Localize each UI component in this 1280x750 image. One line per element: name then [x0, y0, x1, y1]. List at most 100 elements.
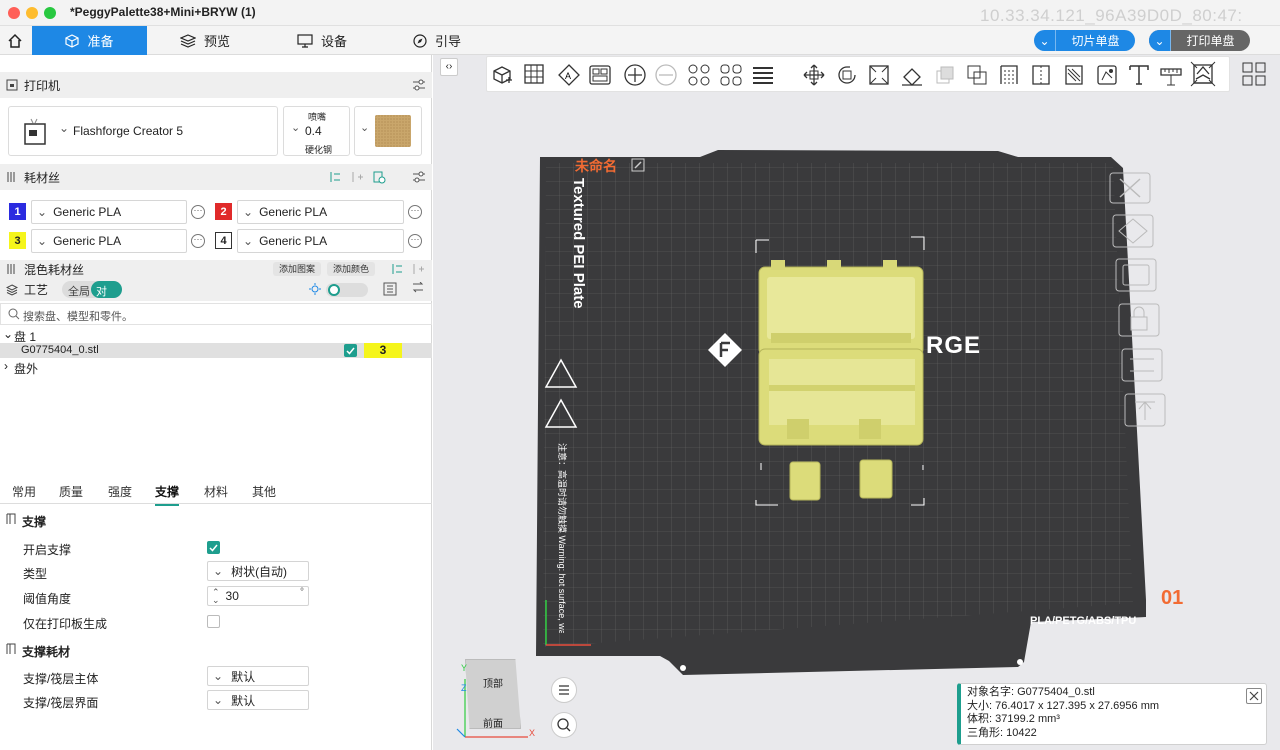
filament-3-swatch[interactable]: 3	[9, 232, 26, 249]
chevron-right-icon: ›	[4, 359, 8, 373]
search-bar[interactable]: 搜索盘、模型和零件。	[0, 303, 432, 325]
print-dropdown-icon[interactable]: ⌄	[1149, 30, 1171, 51]
object-filament-badge[interactable]: 3	[364, 343, 402, 358]
param-tab-material[interactable]: 材料	[204, 483, 228, 500]
stepper-icon[interactable]: ⌃ ⌄	[212, 588, 220, 605]
process-section-header: 工艺 全局 对象	[0, 278, 432, 314]
tree-plate-row[interactable]: ⌄ 盘 1	[0, 327, 432, 344]
build-plate[interactable]	[433, 55, 1280, 750]
advanced-switch[interactable]	[326, 283, 368, 297]
filament-2-select[interactable]: ⌄ Generic PLA	[237, 200, 404, 224]
enable-support-checkbox[interactable]	[207, 541, 220, 554]
object-visible-checkbox[interactable]	[344, 344, 357, 357]
param-tab-strength[interactable]: 强度	[108, 483, 132, 500]
filament-1-more-icon[interactable]: ···	[191, 205, 205, 219]
filament-3-more-icon[interactable]: ···	[191, 234, 205, 248]
tab-device[interactable]: 设备	[297, 26, 347, 55]
process-compare-icon[interactable]	[410, 282, 426, 296]
close-info-button[interactable]	[1246, 688, 1262, 704]
filament-add-icon[interactable]	[350, 170, 364, 184]
object-name-row: 对象名字: G0775404_0.stl	[967, 686, 1095, 698]
zoom-window-button[interactable]	[44, 7, 56, 19]
build-plate-only-label: 仅在打印板生成	[23, 617, 108, 631]
param-tab-common[interactable]: 常用	[12, 483, 36, 500]
mixed-sync-icon[interactable]	[390, 262, 404, 276]
chevron-down-icon: ⌄	[213, 669, 224, 683]
process-layers-icon	[6, 283, 18, 296]
textured-plate-thumbnail	[375, 115, 411, 147]
param-tab-support[interactable]: 支撑	[155, 483, 180, 506]
filament-settings-icon[interactable]	[412, 171, 426, 183]
axis-y-label: Y	[461, 663, 468, 673]
threshold-angle-input[interactable]: ⌃ ⌄ 30 °	[207, 586, 309, 606]
printer-section-header: 打印机	[0, 72, 432, 98]
axis-gizmo	[456, 679, 528, 738]
plate-index-label: 01	[1161, 587, 1184, 609]
chevron-down-icon: ⌄	[3, 327, 14, 341]
chevron-down-icon: ⌄	[213, 564, 224, 578]
filament-4-more-icon[interactable]: ···	[408, 234, 422, 248]
search-object-button[interactable]	[551, 712, 577, 738]
param-tab-other[interactable]: 其他	[252, 483, 276, 500]
object-triangles-row: 三角形: 10422	[967, 726, 1037, 739]
filament-2-more-icon[interactable]: ···	[408, 205, 422, 219]
tree-object-row[interactable]: G0775404_0.stl 3	[0, 343, 432, 358]
magnifier-icon	[557, 718, 571, 732]
filament-icon	[7, 172, 15, 182]
layers-icon	[180, 33, 196, 48]
build-plate-only-checkbox[interactable]	[207, 615, 220, 628]
filament-4-swatch[interactable]: 4	[215, 232, 232, 249]
tab-prepare[interactable]: 准备	[32, 26, 147, 55]
mixed-filament-section-header: 混色耗材丝 添加图案 添加颜色	[0, 260, 432, 278]
home-button[interactable]	[0, 26, 30, 55]
process-list-icon[interactable]	[383, 282, 397, 296]
toggle-object[interactable]: 对象	[91, 281, 122, 314]
object-volume-row: 体积: 37199.2 mm³	[967, 713, 1060, 725]
edit-plate-name-icon[interactable]	[631, 158, 645, 172]
filament-1-select[interactable]: ⌄ Generic PLA	[31, 200, 187, 224]
filament-2-swatch[interactable]: 2	[215, 203, 232, 220]
support-type-select[interactable]: ⌄ 树状(自动)	[207, 561, 309, 581]
support-base-select[interactable]: ⌄ 默认	[207, 666, 309, 686]
support-interface-select[interactable]: ⌄ 默认	[207, 690, 309, 710]
compass-icon	[413, 33, 427, 48]
close-window-button[interactable]	[8, 7, 20, 19]
main-tab-bar: 准备 预览 设备 引导 ⌄ 切片单盘 ⌄ 打印单盘	[0, 26, 1280, 55]
add-color-button[interactable]: 添加颜色	[327, 262, 376, 276]
search-input[interactable]: 搜索盘、模型和零件。	[23, 308, 133, 324]
plate-type-selector[interactable]: ⌄	[354, 106, 422, 156]
cube-icon	[65, 33, 80, 48]
minimize-window-button[interactable]	[26, 7, 38, 19]
menu-button[interactable]	[551, 677, 577, 703]
process-adjust-icon[interactable]	[308, 282, 322, 296]
tab-guide[interactable]: 引导	[413, 26, 461, 55]
param-tabs: 常用 质量 强度 支撑 材料 其他	[0, 475, 432, 506]
printer-settings-icon[interactable]	[412, 79, 426, 91]
filament-edit-icon[interactable]	[372, 170, 386, 184]
3d-viewport[interactable]: ‹› A 未命名 Textured PEI Plate 注意：高温时请勿触摸 W…	[433, 55, 1280, 750]
toggle-global[interactable]: 全局	[68, 283, 90, 299]
global-object-toggle[interactable]: 全局 对象	[62, 281, 122, 314]
support-interface-label: 支撑/筏层界面	[23, 696, 99, 710]
filament-1-swatch[interactable]: 1	[9, 203, 26, 220]
plate-type-label: Textured PEI Plate	[570, 178, 587, 309]
home-icon	[8, 33, 22, 48]
plate-name-label[interactable]: 未命名	[575, 156, 617, 176]
param-tab-quality[interactable]: 质量	[59, 483, 83, 500]
nozzle-selector[interactable]: 喷嘴 ⌄ 0.4 硬化钢	[283, 106, 350, 156]
device-icon	[297, 33, 313, 48]
filament-sync-icon[interactable]	[328, 170, 342, 184]
mixed-add-icon[interactable]	[411, 262, 425, 276]
slice-dropdown-icon[interactable]: ⌄	[1034, 30, 1056, 51]
add-pattern-button[interactable]: 添加图案	[273, 262, 322, 276]
filament-4-select[interactable]: ⌄ Generic PLA	[237, 229, 404, 253]
print-plate-button[interactable]: ⌄ 打印单盘	[1149, 30, 1250, 51]
nozzle-size: 0.4	[305, 124, 322, 138]
printer-selector[interactable]: ⌄ Flashforge Creator 5	[8, 106, 278, 156]
slice-plate-button[interactable]: ⌄ 切片单盘	[1034, 30, 1135, 51]
filament-3-select[interactable]: ⌄ Generic PLA	[31, 229, 187, 253]
tree-outside-row[interactable]: › 盘外	[0, 359, 432, 376]
object-info-panel: 对象名字: G0775404_0.stl 大小: 76.4017 x 127.3…	[957, 683, 1267, 745]
tab-preview[interactable]: 预览	[180, 26, 230, 55]
printer-icon	[6, 79, 18, 91]
